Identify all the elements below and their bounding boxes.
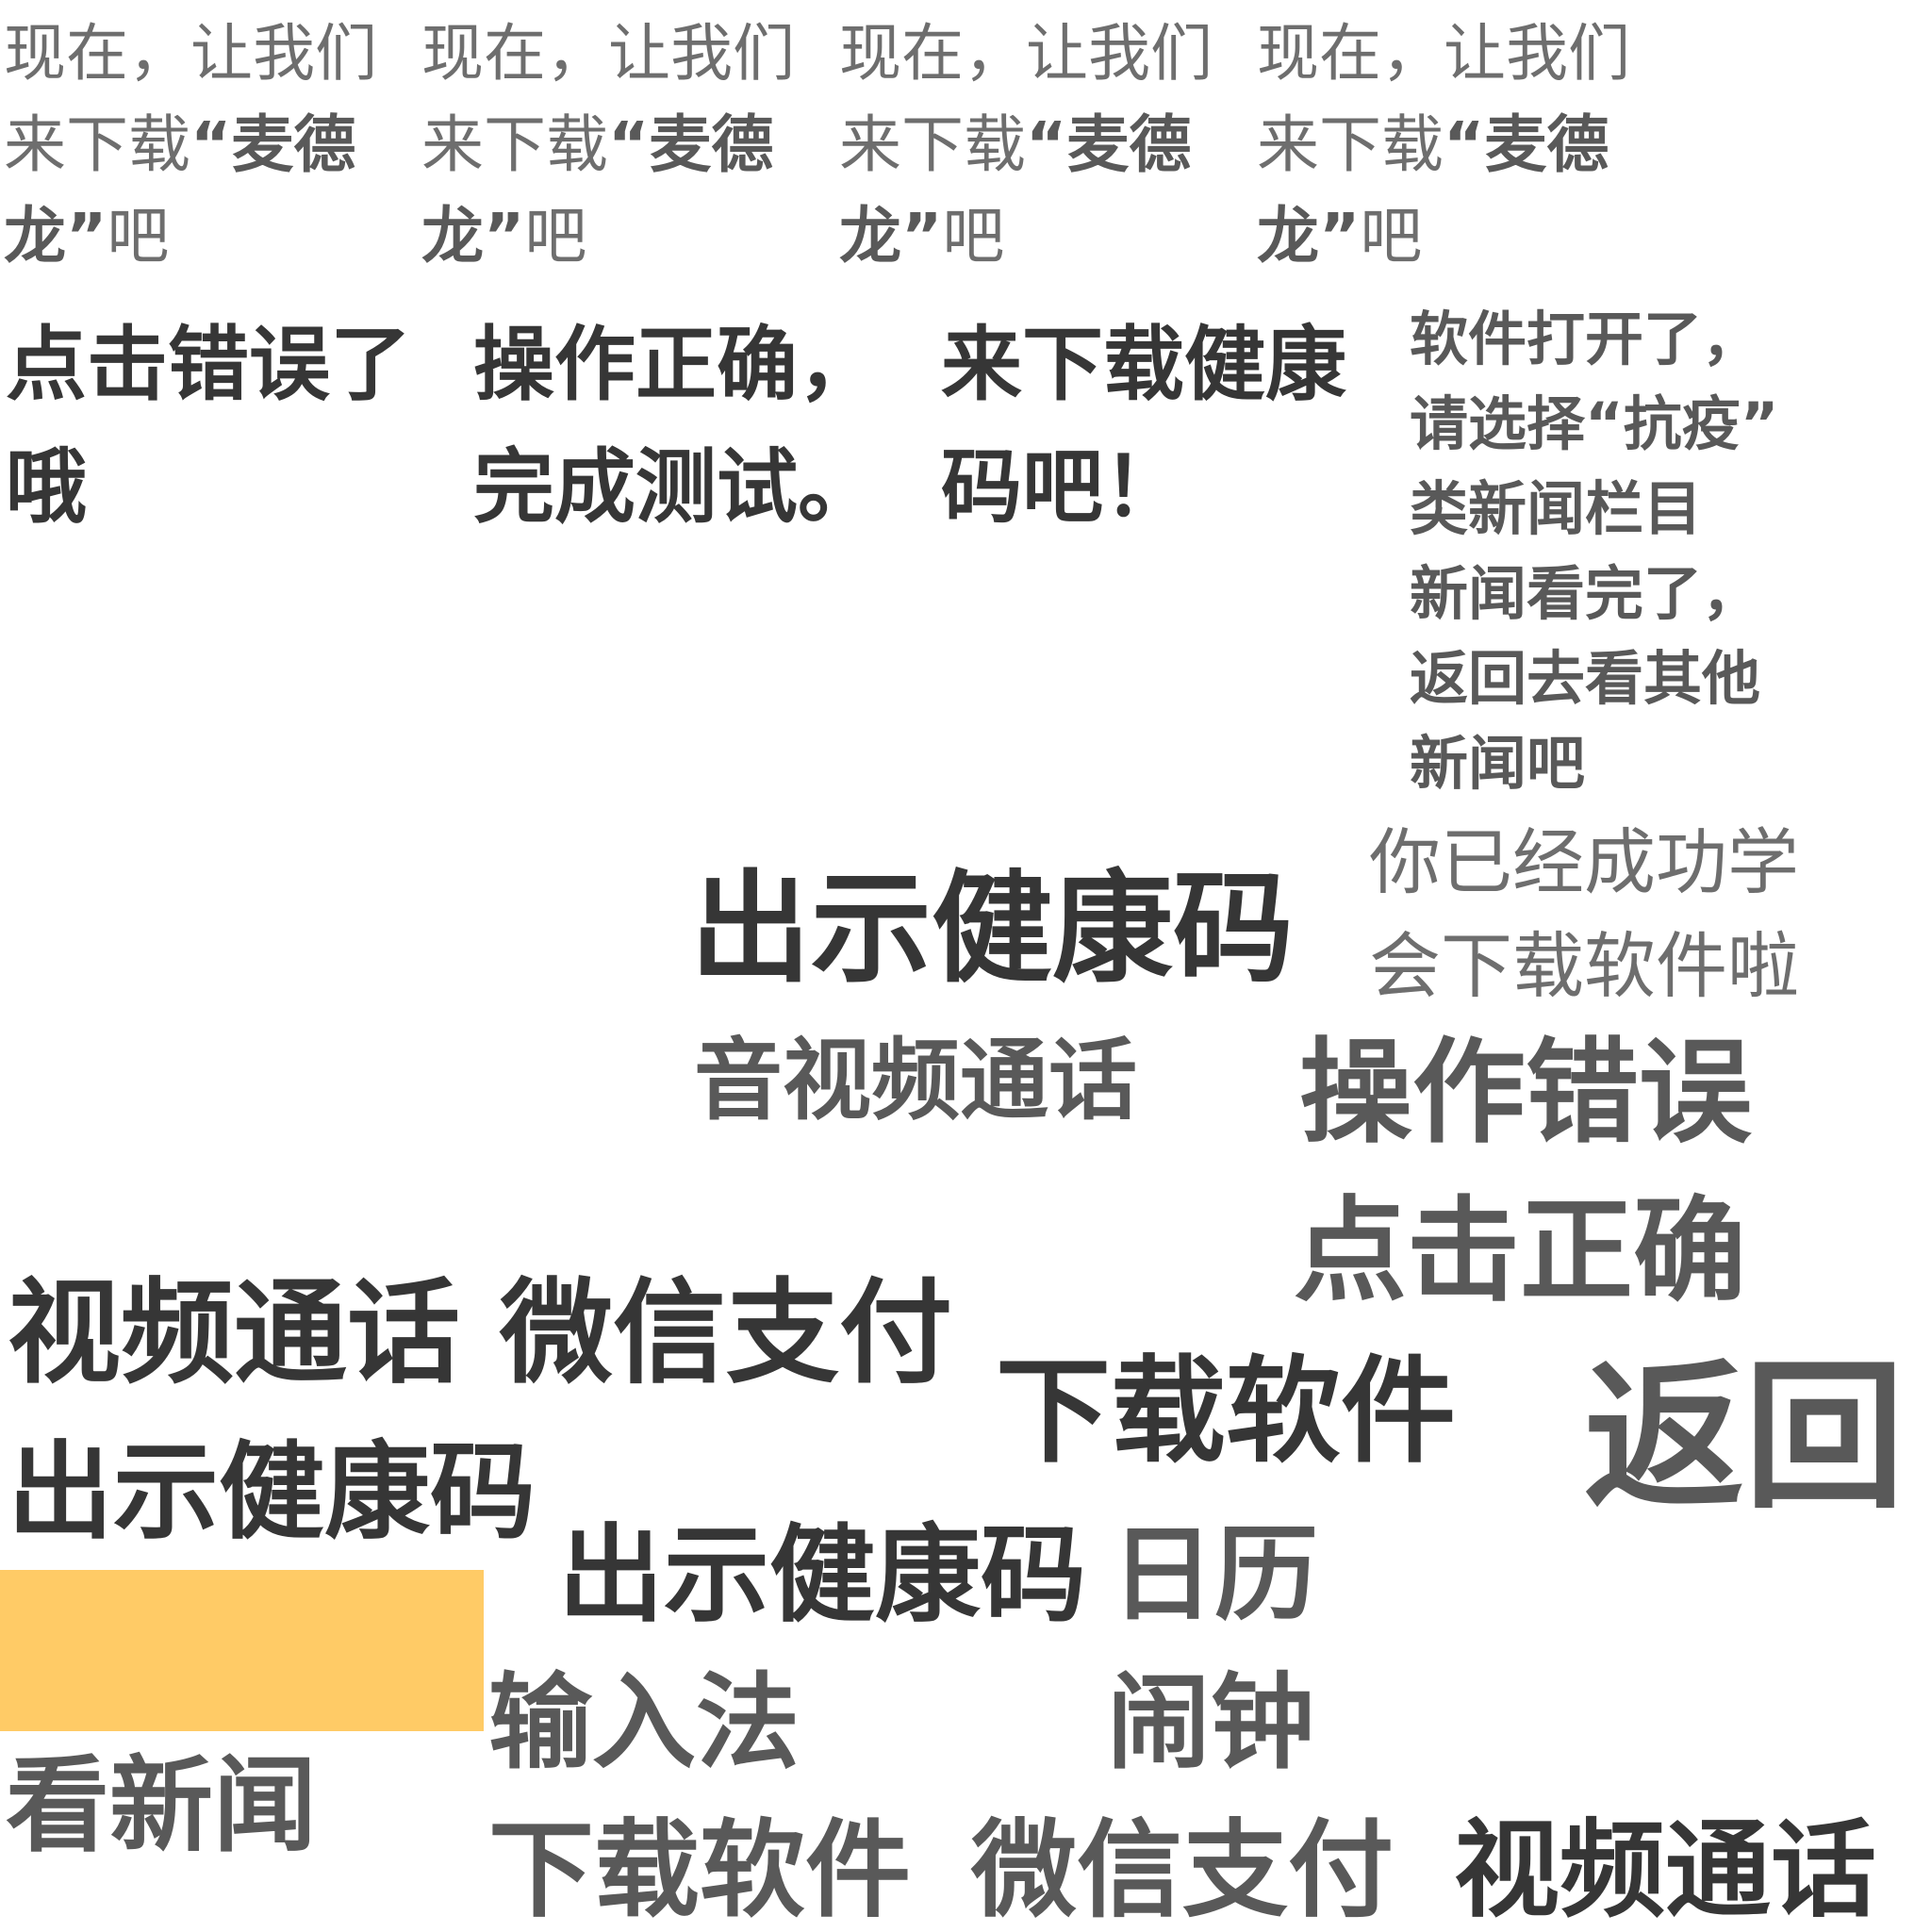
intro-block-4: 现在，让我们 来下载“麦德 龙”吧: [1257, 8, 1630, 282]
click-correct-label: 点击正确: [1294, 1186, 1746, 1317]
input-method-label[interactable]: 输入法: [488, 1671, 800, 1775]
show-health-code-label[interactable]: 出示健康码: [690, 869, 1294, 990]
back-button[interactable]: 返回: [1584, 1358, 1905, 1518]
intro-block-1: 现在，让我们 来下载“麦德 龙”吧: [4, 8, 377, 282]
show-health-code-label[interactable]: 出示健康码: [558, 1523, 1086, 1628]
wechat-pay-label[interactable]: 微信支付: [500, 1278, 952, 1391]
download-software-label[interactable]: 下载软件: [996, 1354, 1456, 1469]
wechat-pay-label[interactable]: 微信支付: [971, 1818, 1394, 1924]
intro-line-3-bold: 龙”: [4, 200, 107, 272]
intro-line-3-plain: 吧: [107, 200, 170, 272]
intro-line-2-bold: “麦德: [1444, 108, 1609, 181]
alarm-label[interactable]: 闹钟: [1107, 1671, 1314, 1775]
intro-block-3: 现在，让我们 来下载“麦德 龙”吧: [839, 8, 1213, 282]
intro-line-2-plain: 来下载: [421, 108, 608, 181]
software-open-instructions: 软件打开了， 请选择“抗疫” 类新闻栏目 新闻看完了， 返回去看其他 新闻吧: [1410, 305, 1779, 798]
highlight-box: [0, 1570, 484, 1731]
intro-line-2-bold: “麦德: [608, 108, 774, 181]
calendar-label[interactable]: 日历: [1111, 1523, 1318, 1627]
video-call-label[interactable]: 视频通话: [1454, 1818, 1876, 1924]
av-call-label[interactable]: 音视频通话: [694, 1037, 1137, 1126]
intro-line-3-bold: 龙”: [1257, 200, 1361, 272]
intro-line-3-plain: 吧: [524, 200, 587, 272]
intro-line-2-plain: 来下载: [4, 108, 190, 181]
intro-line-2-bold: “麦德: [1026, 108, 1192, 181]
intro-block-2: 现在，让我们 来下载“麦德 龙”吧: [421, 8, 795, 282]
read-news-label[interactable]: 看新闻: [6, 1754, 317, 1858]
intro-line-3-bold: 龙”: [421, 200, 525, 272]
intro-line-1: 现在，让我们: [839, 17, 1213, 90]
intro-line-1: 现在，让我们: [4, 17, 377, 90]
operation-wrong-label: 操作错误: [1299, 1028, 1752, 1159]
download-health-code-message: 来下载健康 码吧！: [941, 318, 1346, 535]
intro-line-2-plain: 来下载: [839, 108, 1026, 181]
intro-line-3-bold: 龙”: [839, 200, 943, 272]
intro-line-1: 现在，让我们: [421, 17, 795, 90]
video-call-label[interactable]: 视频通话: [8, 1278, 460, 1391]
operation-correct-message: 操作正确， 完成测试。: [473, 318, 879, 535]
learned-download-message: 你已经成功学 会下载软件啦: [1369, 820, 1799, 1008]
show-health-code-label[interactable]: 出示健康码: [8, 1440, 536, 1545]
intro-line-2-plain: 来下载: [1257, 108, 1444, 181]
intro-line-3-plain: 吧: [1360, 200, 1423, 272]
intro-line-3-plain: 吧: [942, 200, 1005, 272]
download-software-label[interactable]: 下载软件: [488, 1818, 911, 1924]
click-wrong-message: 点击错误了 哦: [6, 318, 411, 535]
intro-line-2-bold: “麦德: [190, 108, 356, 181]
intro-line-1: 现在，让我们: [1257, 17, 1630, 90]
